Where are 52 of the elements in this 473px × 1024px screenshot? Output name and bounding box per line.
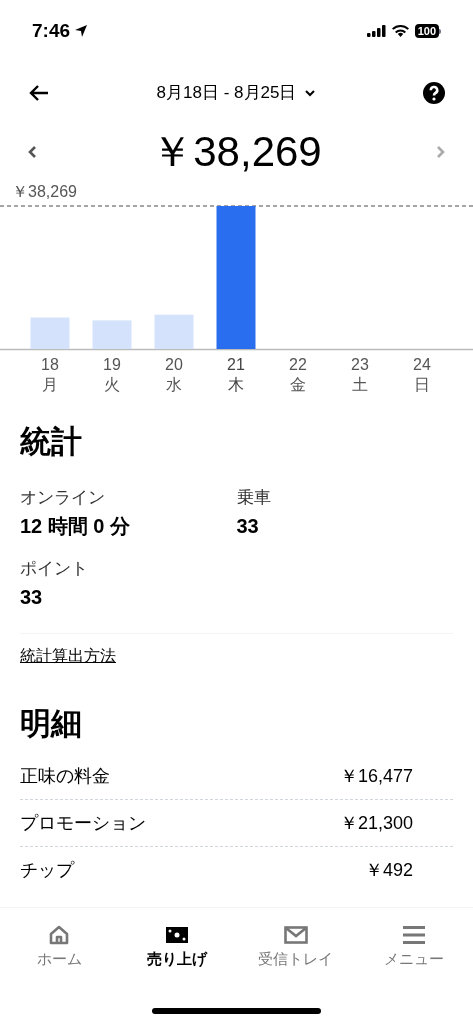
weekday-label: 水 [166, 376, 182, 393]
section-heading: 明細 [20, 708, 83, 739]
weekday-label: 木 [228, 376, 244, 393]
chevron-down-icon [304, 89, 317, 97]
weekday-label: 土 [352, 376, 368, 393]
weekday-label: 火 [104, 376, 120, 393]
detail-amount: ￥16,477 [339, 764, 413, 788]
wifi-icon [391, 25, 409, 37]
day-number-label: 24 [413, 356, 431, 373]
cash-icon [165, 926, 190, 944]
day-number-label: 23 [351, 356, 369, 373]
tab-bar-item[interactable]: ホーム [0, 908, 119, 968]
weekday-label: 日 [414, 376, 430, 393]
earnings-bar[interactable] [216, 206, 256, 349]
earnings-bar[interactable] [154, 314, 194, 349]
detail-label: チップ [20, 859, 74, 882]
date-range-selector[interactable]: 8月18日 - 8月25日 [156, 80, 317, 106]
detail-label: プロモーション [20, 811, 146, 835]
stat-label: ポイント [20, 560, 89, 577]
tab-bar-item[interactable]: 受信トレイ [236, 908, 355, 968]
day-number-label: 18 [41, 356, 59, 373]
detail-amount: ￥21,300 [339, 811, 413, 835]
location-arrow-icon [74, 24, 89, 38]
stat-value: 12 時間 0 分 [20, 516, 132, 536]
tab-bar-item[interactable]: メニュー [354, 908, 473, 968]
stat-value: 33 [236, 516, 260, 536]
earnings-bar[interactable] [30, 317, 70, 349]
home-icon [48, 924, 71, 946]
day-number-label: 21 [227, 356, 245, 373]
previous-week-button[interactable] [26, 144, 38, 160]
battery-level: 100 [414, 24, 439, 38]
day-number-label: 19 [103, 356, 121, 373]
next-week-button[interactable] [435, 144, 447, 160]
detail-label: 正味の料金 [20, 764, 110, 788]
stats-method-link[interactable]: 統計算出方法 [20, 644, 116, 668]
weekly-total: ￥38,269 [151, 131, 322, 173]
max-value-label: ￥38,269 [12, 183, 77, 200]
help-button[interactable] [422, 81, 446, 105]
stat-label: オンライン [20, 489, 106, 506]
day-number-label: 20 [165, 356, 183, 373]
status-time: 7:46 [32, 18, 71, 43]
detail-amount: ￥492 [364, 859, 413, 882]
stat-value: 33 [20, 587, 44, 607]
stat-label: 乗車 [236, 489, 272, 506]
mail-icon [283, 926, 308, 944]
weekday-label: 月 [42, 376, 58, 393]
menu-icon [401, 925, 426, 945]
tab-bar-item[interactable]: 売り上げ [118, 908, 237, 968]
day-number-label: 22 [289, 356, 307, 373]
weekday-label: 金 [290, 376, 306, 393]
section-heading: 統計 [20, 426, 83, 457]
signal-icon [366, 25, 386, 37]
